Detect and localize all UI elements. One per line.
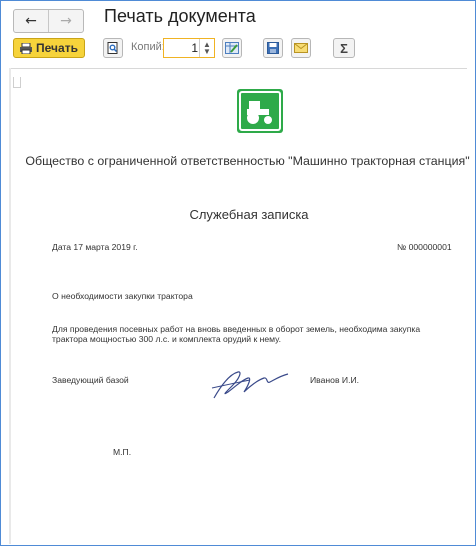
document-title: Служебная записка xyxy=(189,207,309,222)
document-date: Дата 17 марта 2019 г. xyxy=(52,242,138,252)
printer-icon xyxy=(20,42,33,54)
signer-position: Заведующий базой xyxy=(52,375,129,385)
copies-input[interactable]: 1 ▲ ▼ xyxy=(163,38,215,58)
signature-image xyxy=(211,371,289,399)
stepper-down-icon: ▼ xyxy=(203,47,211,56)
organization-name: Общество с ограниченной ответственностью… xyxy=(25,154,470,168)
tractor-icon xyxy=(239,91,281,131)
send-email-button[interactable] xyxy=(291,38,311,58)
page-corner-mark xyxy=(13,77,21,88)
tractor-logo xyxy=(237,89,283,133)
save-button[interactable] xyxy=(263,38,283,58)
document-body-line-2: трактора мощностью 300 л.с. и комплекта … xyxy=(52,334,281,344)
forward-button[interactable]: → xyxy=(49,10,83,32)
navigation-buttons: ← → xyxy=(13,9,84,33)
table-edit-icon xyxy=(225,42,239,54)
signer-name: Иванов И.И. xyxy=(310,375,360,385)
print-button[interactable]: Печать xyxy=(13,38,85,58)
copies-stepper[interactable]: ▲ ▼ xyxy=(199,39,214,57)
sigma-icon: Σ xyxy=(340,40,348,56)
page-left-border xyxy=(9,68,11,544)
document-body-line-1: Для проведения посевных работ на вновь в… xyxy=(52,324,421,334)
edit-button[interactable] xyxy=(222,38,242,58)
print-button-label: Печать xyxy=(36,41,78,55)
sum-button[interactable]: Σ xyxy=(333,38,355,58)
arrow-right-icon: → xyxy=(60,13,72,29)
back-button[interactable]: ← xyxy=(14,10,49,32)
copies-label: Копий: xyxy=(131,41,165,53)
document-number: № 000000001 xyxy=(397,242,452,252)
preview-icon xyxy=(107,42,118,54)
copies-value: 1 xyxy=(191,41,198,55)
envelope-icon xyxy=(294,43,308,53)
arrow-left-icon: ← xyxy=(25,13,37,29)
title-bar: ← → Печать документа xyxy=(0,0,476,36)
toolbar: Печать Копий: 1 ▲ ▼ Σ xyxy=(0,36,476,62)
preview-button[interactable] xyxy=(103,38,123,58)
document-subject: О необходимости закупки трактора xyxy=(52,291,193,301)
floppy-disk-icon xyxy=(267,42,279,54)
window-title: Печать документа xyxy=(104,6,256,26)
document-page xyxy=(9,68,467,545)
stamp-place: М.П. xyxy=(113,447,132,457)
